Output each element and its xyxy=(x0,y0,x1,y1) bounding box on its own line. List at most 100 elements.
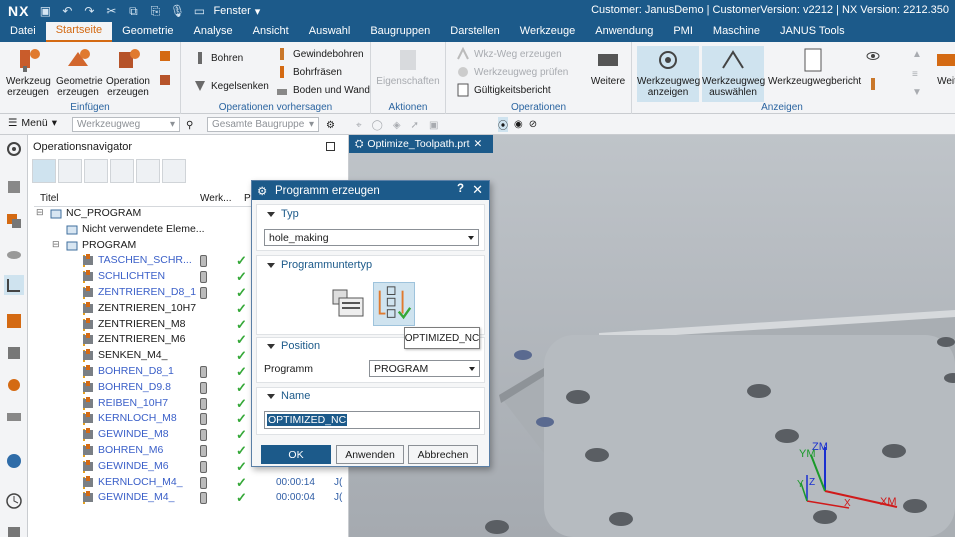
eye-icon[interactable]: ◉ xyxy=(514,119,523,130)
werkzeugweg-anzeigen-button[interactable]: Werkzeugweg anzeigen xyxy=(637,46,700,102)
view-toggle-button[interactable] xyxy=(866,48,880,64)
redo-icon[interactable]: ↷ xyxy=(81,4,97,18)
window-icon[interactable]: ▭ xyxy=(191,4,207,18)
microphone-icon[interactable]: 🎙 xyxy=(169,4,185,18)
scope-filter-select[interactable]: Gesamte Baugruppe ▾ xyxy=(207,117,319,132)
snap-tools[interactable]: ⌖ ◯ ◈ ➚ ▣ xyxy=(356,117,438,133)
tab-datei[interactable]: Datei xyxy=(0,22,46,42)
wkz-weg-erzeugen-button[interactable]: Wkz-Weg erzeugen xyxy=(456,46,562,62)
geometrie-erzeugen-button[interactable]: Geometrie erzeugen xyxy=(56,46,103,98)
werkzeug-erzeugen-button[interactable]: Werkzeug erzeugen xyxy=(6,46,51,98)
assembly-navigator-icon[interactable] xyxy=(4,211,24,231)
more-anzeigen-button[interactable]: Weit xyxy=(932,46,955,87)
position-section-header[interactable]: Position xyxy=(267,340,320,352)
help-icon[interactable]: ? xyxy=(457,183,464,195)
tab-werkzeuge[interactable]: Werkzeuge xyxy=(510,22,585,42)
kegelsenken-button[interactable]: Kegelsenken xyxy=(193,78,269,94)
collapse-icon[interactable]: ⊟ xyxy=(52,239,60,250)
tab-anwendung[interactable]: Anwendung xyxy=(585,22,663,42)
constraint-navigator-icon[interactable] xyxy=(4,243,24,263)
tool-display-button[interactable] xyxy=(866,76,880,92)
geometry-view-icon[interactable] xyxy=(84,159,108,183)
roles-icon[interactable] xyxy=(4,521,24,537)
arrow-down-icon[interactable]: ▼ xyxy=(912,84,922,100)
werkzeugweg-pruefen-button[interactable]: Werkzeugweg prüfen xyxy=(456,64,568,80)
column-tool[interactable]: Werk... xyxy=(200,193,231,204)
werkzeugwegbericht-button[interactable]: Werkzeugwegbericht xyxy=(768,46,861,87)
tab-ansicht[interactable]: Ansicht xyxy=(243,22,299,42)
tab-maschine[interactable]: Maschine xyxy=(703,22,770,42)
point-icon[interactable]: ◈ xyxy=(393,120,401,131)
gueltigkeitsbericht-button[interactable]: Gültigkeitsbericht xyxy=(456,82,551,98)
cube-icon[interactable]: ▣ xyxy=(429,120,438,131)
anwenden-button[interactable]: Anwenden xyxy=(336,445,404,464)
boden-wand-button[interactable]: Boden und Wand xyxy=(275,82,370,98)
type-filter-select[interactable]: Werkzeugweg ▾ xyxy=(72,117,180,132)
machine-tool-navigator-icon[interactable] xyxy=(4,311,24,331)
operation-erzeugen-button[interactable]: Operation erzeugen xyxy=(106,46,150,98)
feature-navigator-icon[interactable] xyxy=(4,343,24,363)
operation-row[interactable]: GEWINDE_M4_ ✓ 00:00:04 J( xyxy=(34,490,344,506)
close-icon[interactable]: ✕ xyxy=(472,182,483,198)
name-section-header[interactable]: Name xyxy=(267,390,310,402)
menu-button[interactable]: ☰ Menü ▾ xyxy=(8,117,57,129)
display-tools[interactable]: ⦿ ◉ ⊘ xyxy=(498,116,537,132)
toolpath-view-icon[interactable]: ⦿ xyxy=(498,116,508,132)
circle-icon[interactable]: ◯ xyxy=(372,120,383,131)
selection-mode-icon[interactable]: ⚙ xyxy=(326,117,335,133)
tab-analyse[interactable]: Analyse xyxy=(184,22,243,42)
cursor-icon[interactable]: ➚ xyxy=(411,120,419,131)
arrow-up-icon[interactable]: ▲ xyxy=(912,46,922,62)
typ-section-header[interactable]: Typ xyxy=(267,208,299,220)
copy-icon[interactable]: ⧉ xyxy=(125,4,141,19)
werkzeugweg-auswaehlen-button[interactable]: Werkzeugweg auswählen xyxy=(702,46,765,102)
dialog-title-bar[interactable]: ⚙ Programm erzeugen ? ✕ xyxy=(252,181,489,200)
globe-icon[interactable] xyxy=(4,451,24,471)
settings-gear-icon[interactable] xyxy=(4,139,24,159)
machining-method-view-icon[interactable] xyxy=(110,159,134,183)
tab-auswahl[interactable]: Auswahl xyxy=(299,22,361,42)
insert-more-button-1[interactable] xyxy=(158,48,172,64)
abbrechen-button[interactable]: Abbrechen xyxy=(408,445,478,464)
window-menu[interactable]: Fenster ▾ xyxy=(213,5,260,18)
snap-icon[interactable]: ⌖ xyxy=(356,120,362,131)
fixture-icon[interactable] xyxy=(4,407,24,427)
insert-more-button-2[interactable] xyxy=(158,72,172,88)
programm-select[interactable]: PROGRAM xyxy=(369,360,480,377)
maximize-icon[interactable] xyxy=(326,142,335,151)
ok-button[interactable]: OK xyxy=(261,445,331,464)
gewindebohren-button[interactable]: Gewindebohren xyxy=(275,46,364,62)
delete-icon[interactable] xyxy=(162,159,186,183)
name-input[interactable]: OPTIMIZED_NC xyxy=(264,411,480,429)
tab-geometrie[interactable]: Geometrie xyxy=(112,22,183,42)
save-icon[interactable]: ▣ xyxy=(37,4,53,18)
tab-pmi[interactable]: PMI xyxy=(663,22,703,42)
layers-icon[interactable]: ≡ xyxy=(912,66,918,82)
operation-navigator-icon[interactable] xyxy=(4,275,24,295)
bohrfraesen-button[interactable]: Bohrfräsen xyxy=(275,64,342,80)
programmuntertyp-section-header[interactable]: Programmuntertyp xyxy=(267,259,372,271)
filter-icon[interactable]: ⚲ xyxy=(186,117,193,133)
tab-startseite[interactable]: Startseite xyxy=(45,22,113,42)
tab-baugruppen[interactable]: Baugruppen xyxy=(360,22,440,42)
tab-janus-tools[interactable]: JANUS Tools xyxy=(770,22,855,42)
paste-icon[interactable]: ⎘ xyxy=(147,4,163,19)
collapse-icon[interactable]: ⊟ xyxy=(36,207,44,218)
history-clock-icon[interactable] xyxy=(4,491,24,511)
add-program-icon[interactable] xyxy=(136,159,160,183)
program-subtype-nc-icon[interactable] xyxy=(329,284,367,322)
weitere-button[interactable]: Weitere xyxy=(588,46,628,87)
tab-darstellen[interactable]: Darstellen xyxy=(440,22,510,42)
eigenschaften-button[interactable]: Eigenschaften xyxy=(375,46,441,87)
column-title[interactable]: Titel xyxy=(40,193,59,204)
cut-icon[interactable]: ✂ xyxy=(103,4,119,18)
hide-icon[interactable]: ⊘ xyxy=(529,119,537,130)
machine-tool-view-icon[interactable] xyxy=(58,159,82,183)
operation-row[interactable]: KERNLOCH_M4_ ✓ 00:00:14 J( xyxy=(34,475,344,491)
tool-library-icon[interactable] xyxy=(4,375,24,395)
program-order-view-icon[interactable] xyxy=(32,159,56,183)
undo-icon[interactable]: ↶ xyxy=(59,4,75,18)
part-navigator-icon[interactable] xyxy=(4,177,24,197)
typ-select[interactable]: hole_making xyxy=(264,229,479,246)
bohren-button[interactable]: Bohren xyxy=(193,50,243,66)
